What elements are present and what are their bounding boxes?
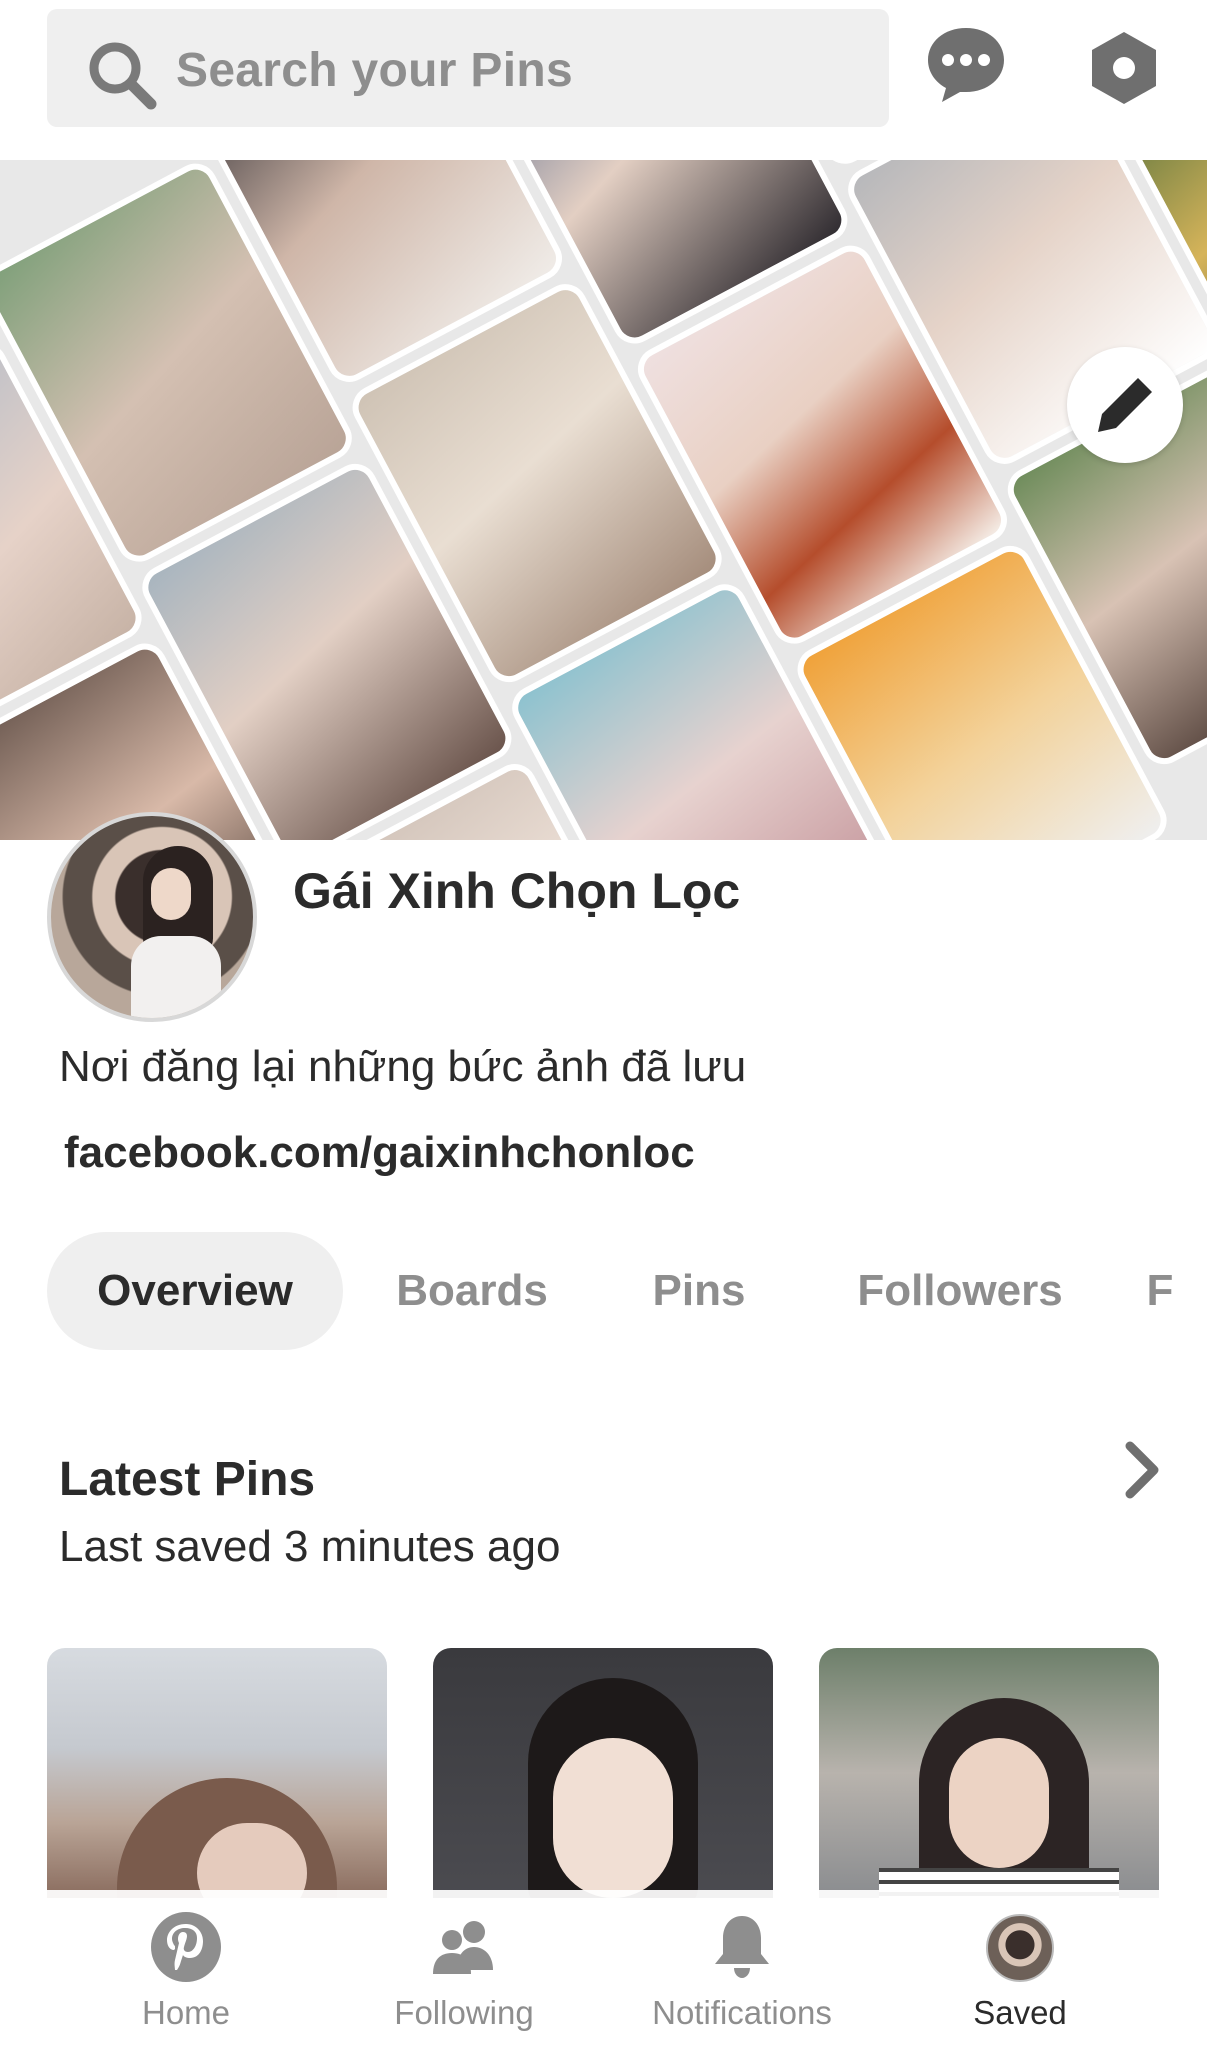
profile-name: Gái Xinh Chọn Lọc <box>293 863 741 919</box>
tab-following[interactable]: F <box>1125 1232 1195 1350</box>
tab-overview[interactable]: Overview <box>47 1232 343 1350</box>
nav-home[interactable]: Home <box>47 1890 325 2048</box>
nav-notifications-label: Notifications <box>652 1994 832 2031</box>
edit-cover-button[interactable] <box>1067 347 1183 463</box>
latest-pins-subtitle: Last saved 3 minutes ago <box>59 1522 561 1571</box>
search-placeholder: Search your Pins <box>176 44 573 97</box>
nav-notifications[interactable]: Notifications <box>603 1890 881 2048</box>
latest-pins-title: Latest Pins <box>59 1453 316 1506</box>
tab-followers[interactable]: Followers <box>825 1232 1095 1350</box>
profile-avatar[interactable] <box>47 812 257 1022</box>
nav-saved-label: Saved <box>973 1994 1067 2031</box>
profile-description: Nơi đăng lại những bức ảnh đã lưu <box>59 1042 747 1091</box>
chevron-right-icon[interactable] <box>1122 1440 1162 1500</box>
avatar-shirt-shape <box>131 936 221 1018</box>
nav-following-label: Following <box>394 1994 534 2031</box>
search-bar[interactable]: Search your Pins <box>47 9 889 127</box>
chat-bubble-icon[interactable] <box>924 22 1008 106</box>
nav-home-label: Home <box>141 1994 231 2031</box>
top-bar: Search your Pins <box>0 0 1207 160</box>
nav-saved[interactable]: Saved <box>881 1890 1159 2048</box>
pin-thumbnail[interactable] <box>819 1648 1159 1898</box>
profile-tabs: Overview Boards Pins Followers F <box>47 1232 1207 1350</box>
avatar-face-shape <box>151 868 191 920</box>
profile-website-link[interactable]: facebook.com/gaixinhchonloc <box>64 1128 695 1178</box>
nav-following[interactable]: Following <box>325 1890 603 2048</box>
pin-thumbnail[interactable] <box>47 1648 387 1898</box>
pencil-icon <box>1098 378 1152 432</box>
hexagon-settings-icon[interactable] <box>1090 30 1158 106</box>
pin-face-shape <box>949 1738 1049 1868</box>
bottom-navigation: Home Following Notifications Saved <box>47 1890 1160 2048</box>
saved-profile-avatar <box>986 1914 1054 1982</box>
tab-boards[interactable]: Boards <box>372 1232 572 1350</box>
pin-thumbnail[interactable] <box>433 1648 773 1898</box>
people-icon <box>433 1921 493 1974</box>
pin-face-shape <box>553 1738 673 1898</box>
bell-icon <box>715 1916 769 1978</box>
cover-photo-grid <box>0 160 1207 840</box>
tab-pins[interactable]: Pins <box>624 1232 774 1350</box>
pinterest-logo-icon <box>151 1912 221 1982</box>
profile-cover-collage <box>0 160 1207 840</box>
search-icon <box>89 42 157 110</box>
